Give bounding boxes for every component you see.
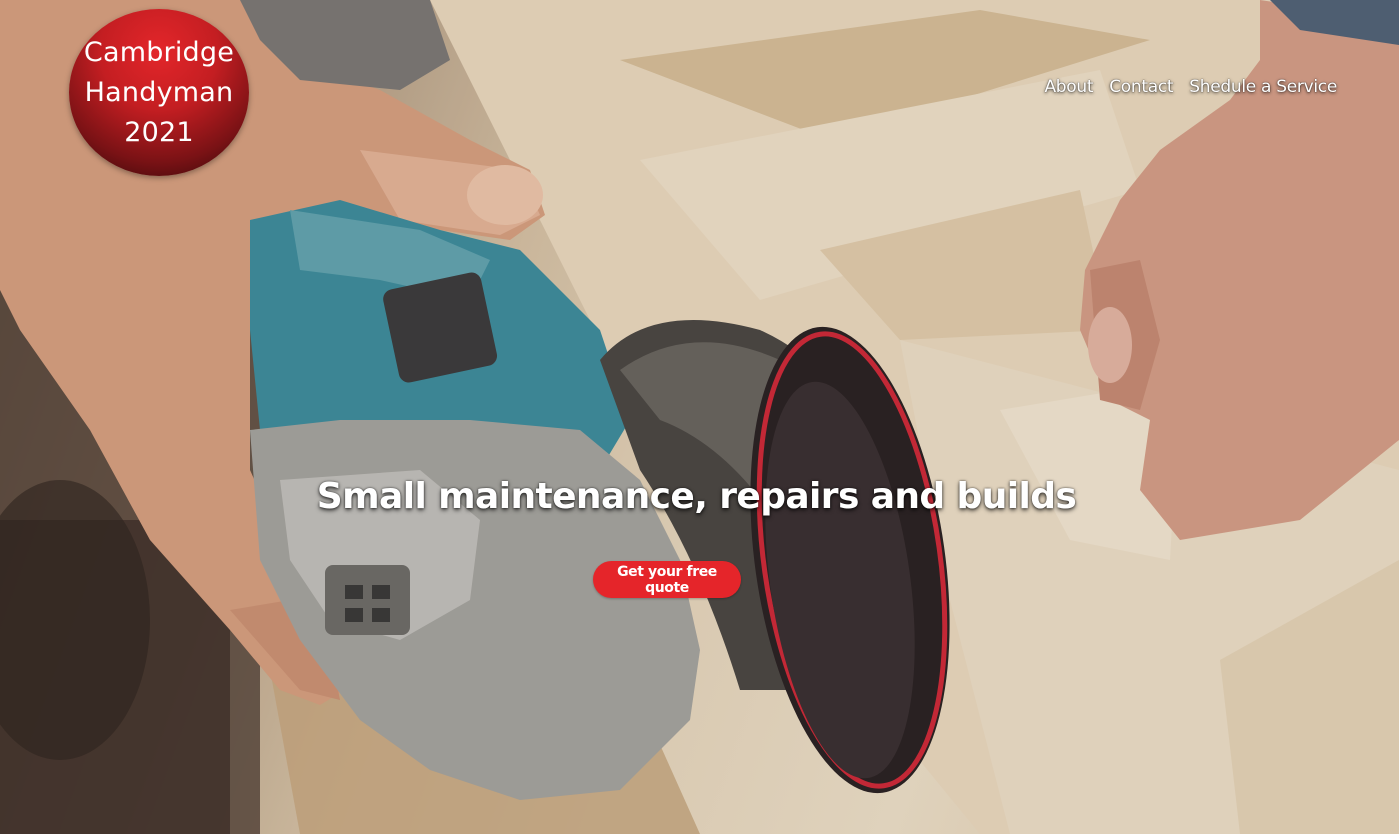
logo-line-2: Handyman <box>84 76 234 108</box>
site-logo[interactable]: Cambridge Handyman 2021 <box>69 9 249 176</box>
hero-headline: Small maintenance, repairs and builds <box>316 476 1077 517</box>
nav-link-contact[interactable]: Contact <box>1109 77 1173 97</box>
main-nav: About Contact Shedule a Service <box>1044 77 1337 97</box>
nav-link-about[interactable]: About <box>1044 77 1093 97</box>
nav-link-schedule-service[interactable]: Shedule a Service <box>1189 77 1337 97</box>
free-quote-button[interactable]: Get your free quote <box>593 561 741 598</box>
hero-section: Cambridge Handyman 2021 About Contact Sh… <box>0 0 1399 834</box>
logo-line-3: 2021 <box>124 116 194 148</box>
logo-line-1: Cambridge <box>83 36 235 68</box>
